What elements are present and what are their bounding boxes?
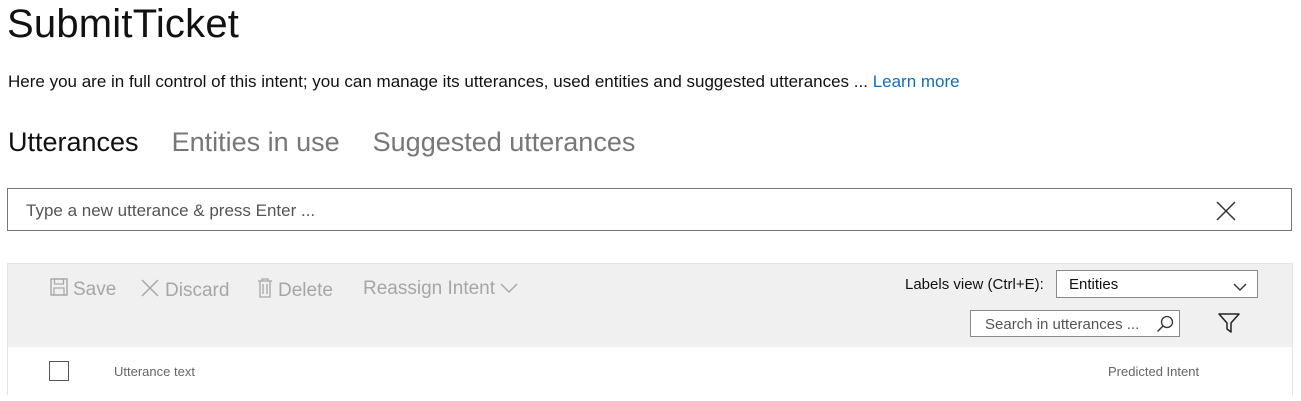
- utterance-input[interactable]: [24, 189, 1208, 232]
- search-input[interactable]: [983, 311, 1157, 338]
- discard-label: Discard: [165, 280, 230, 301]
- page-title: SubmitTicket: [7, 2, 240, 46]
- filter-icon[interactable]: [1218, 313, 1240, 338]
- delete-label: Delete: [278, 280, 333, 301]
- reassign-intent-button[interactable]: Reassign Intent: [363, 278, 523, 300]
- toolbar: Save Discard Delete Reassign Intent Labe…: [8, 264, 1292, 347]
- delete-button[interactable]: Delete: [257, 278, 333, 304]
- search-icon[interactable]: [1156, 315, 1174, 338]
- labels-view-select[interactable]: Entities: [1056, 270, 1258, 298]
- utterance-input-box: [7, 188, 1292, 232]
- chevron-down-icon: [500, 278, 523, 300]
- page-description: Here you are in full control of this int…: [8, 72, 960, 92]
- discard-button[interactable]: Discard: [140, 278, 229, 304]
- search-utterances-box: [970, 310, 1180, 338]
- chevron-down-icon: [1233, 279, 1247, 297]
- tab-utterances[interactable]: Utterances: [8, 127, 139, 158]
- table-header-row: Utterance text Predicted Intent: [8, 347, 1292, 395]
- labels-view-value: Entities: [1069, 276, 1119, 293]
- tab-bar: Utterances Entities in use Suggested utt…: [8, 127, 668, 158]
- description-text: Here you are in full control of this int…: [8, 72, 868, 91]
- reassign-label: Reassign Intent: [363, 278, 496, 299]
- tab-entities-in-use[interactable]: Entities in use: [172, 127, 340, 158]
- select-all-checkbox[interactable]: [49, 361, 69, 381]
- labels-view-label: Labels view (Ctrl+E):: [905, 276, 1044, 293]
- save-button[interactable]: Save: [50, 278, 116, 302]
- learn-more-link[interactable]: Learn more: [873, 72, 960, 91]
- save-icon: [50, 278, 73, 302]
- tab-suggested-utterances[interactable]: Suggested utterances: [373, 127, 636, 158]
- save-label: Save: [73, 279, 117, 300]
- column-header-predicted-intent[interactable]: Predicted Intent: [1108, 364, 1199, 379]
- discard-icon: [140, 278, 165, 304]
- column-header-utterance-text[interactable]: Utterance text: [114, 364, 195, 379]
- utterances-panel: Save Discard Delete Reassign Intent Labe…: [7, 263, 1293, 395]
- trash-icon: [257, 278, 278, 304]
- close-icon[interactable]: [1216, 201, 1236, 221]
